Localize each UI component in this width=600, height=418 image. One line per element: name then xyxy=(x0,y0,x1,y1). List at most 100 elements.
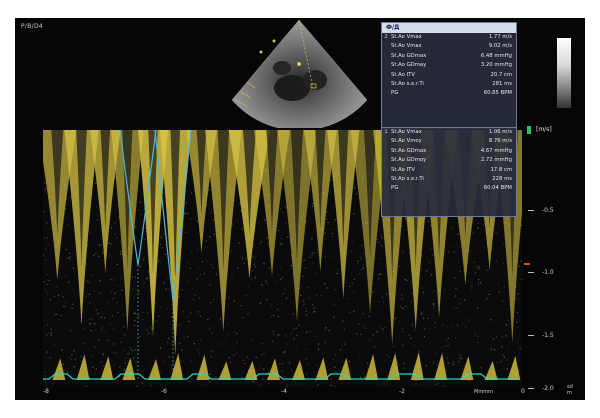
spectrum-speckle xyxy=(314,252,316,254)
spectrum-speckle xyxy=(458,303,460,305)
spectrum-speckle xyxy=(461,358,463,360)
spectrum-speckle xyxy=(495,231,497,234)
spectrum-speckle xyxy=(348,360,350,363)
measurement-value: 2.72 mmHg xyxy=(480,157,512,164)
spectrum-speckle xyxy=(270,316,273,318)
spectrum-speckle xyxy=(384,326,386,328)
spectrum-speckle xyxy=(433,304,435,306)
spectrum-speckle xyxy=(57,294,59,296)
spectrum-speckle xyxy=(240,305,242,307)
doppler-base-spike xyxy=(76,354,90,380)
spectrum-speckle xyxy=(421,311,423,314)
spectrum-speckle xyxy=(313,311,315,313)
spectrum-speckle xyxy=(355,193,358,195)
spectrum-speckle xyxy=(324,341,326,344)
spectrum-speckle xyxy=(94,373,96,375)
measurement-row: St.Ao GDmax 6.48 mmHg xyxy=(382,52,516,61)
spectrum-speckle xyxy=(92,274,94,276)
spectrum-speckle xyxy=(500,361,502,363)
spectrum-speckle xyxy=(203,273,205,275)
spectrum-speckle xyxy=(46,237,48,239)
spectrum-speckle xyxy=(74,358,76,360)
spectrum-speckle xyxy=(302,300,305,302)
spectrum-speckle xyxy=(287,236,289,238)
spectrum-speckle xyxy=(149,364,152,366)
spectrum-speckle xyxy=(158,315,160,317)
spectrum-speckle xyxy=(209,328,211,330)
spectrum-speckle xyxy=(110,291,112,293)
spectrum-speckle xyxy=(381,245,383,247)
spectrum-speckle xyxy=(326,287,328,289)
spectrum-speckle xyxy=(306,373,308,375)
spectrum-speckle xyxy=(266,282,268,285)
spectrum-speckle xyxy=(489,300,491,303)
spectrum-speckle xyxy=(502,300,504,302)
spectrum-speckle xyxy=(281,211,283,213)
spectrum-speckle xyxy=(213,233,215,235)
spectrum-speckle xyxy=(49,357,51,359)
spectrum-speckle xyxy=(209,381,211,383)
spectrum-speckle xyxy=(92,290,95,292)
spectrum-speckle xyxy=(114,233,116,235)
doppler-base-spike xyxy=(365,354,379,380)
spectrum-speckle xyxy=(144,238,146,241)
spectrum-speckle xyxy=(133,325,136,327)
spectrum-speckle xyxy=(363,324,365,326)
spectrum-speckle xyxy=(119,241,121,243)
spectrum-speckle xyxy=(411,300,413,302)
spectrum-speckle xyxy=(497,283,499,285)
spectrum-speckle xyxy=(123,326,125,328)
spectrum-speckle xyxy=(246,356,248,358)
spectrum-speckle xyxy=(170,343,173,345)
spectrum-speckle xyxy=(105,330,107,332)
spectrum-speckle xyxy=(72,267,74,270)
measurement-label: St.Ao ITV xyxy=(391,71,415,78)
spectrum-speckle xyxy=(248,286,250,288)
spectrum-speckle xyxy=(99,280,101,282)
spectrum-speckle xyxy=(312,203,314,205)
measurement-index xyxy=(382,61,390,70)
spectrum-speckle xyxy=(70,196,72,198)
spectrum-speckle xyxy=(342,345,344,347)
spectrum-speckle xyxy=(183,336,185,338)
spectrum-speckle xyxy=(356,333,358,335)
time-label: -6 xyxy=(161,388,167,395)
measurement-row: PG 60.04 BPM xyxy=(382,184,516,193)
spectrum-speckle xyxy=(252,380,254,383)
spectrum-speckle xyxy=(79,320,81,322)
spectrum-speckle xyxy=(403,362,405,365)
spectrum-speckle xyxy=(284,335,287,337)
spectrum-speckle xyxy=(187,280,189,282)
spectrum-speckle xyxy=(43,255,45,257)
spectrum-speckle xyxy=(141,312,143,314)
spectrum-speckle xyxy=(473,261,475,263)
spectrum-speckle xyxy=(478,266,481,268)
velocity-scale: -0.5 -1.0 -1.5 -2.0 xyxy=(524,130,572,392)
spectrum-speckle xyxy=(477,222,479,224)
spectrum-speckle xyxy=(298,324,300,326)
spectrum-speckle xyxy=(502,354,504,356)
spectrum-speckle xyxy=(210,264,212,266)
spectrum-speckle xyxy=(281,292,283,295)
spectrum-speckle xyxy=(433,290,435,292)
spectrum-speckle xyxy=(309,256,311,259)
spectrum-speckle xyxy=(60,315,63,317)
spectrum-speckle xyxy=(304,267,307,269)
spectrum-speckle xyxy=(360,244,363,247)
spectrum-speckle xyxy=(194,294,196,296)
spectrum-speckle xyxy=(148,271,150,273)
spectrum-speckle xyxy=(411,324,414,326)
spectrum-speckle xyxy=(318,349,320,351)
spectrum-speckle xyxy=(218,343,220,345)
spectrum-speckle xyxy=(69,256,71,258)
spectrum-speckle xyxy=(277,308,279,310)
spectrum-speckle xyxy=(490,319,492,321)
spectrum-speckle xyxy=(401,252,403,254)
spectrum-speckle xyxy=(477,227,479,229)
spectrum-speckle xyxy=(477,335,479,337)
spectrum-speckle xyxy=(349,311,351,313)
spectrum-speckle xyxy=(520,260,522,262)
spectrum-speckle xyxy=(285,298,288,300)
spectrum-speckle xyxy=(454,308,456,310)
spectrum-speckle xyxy=(362,253,364,255)
